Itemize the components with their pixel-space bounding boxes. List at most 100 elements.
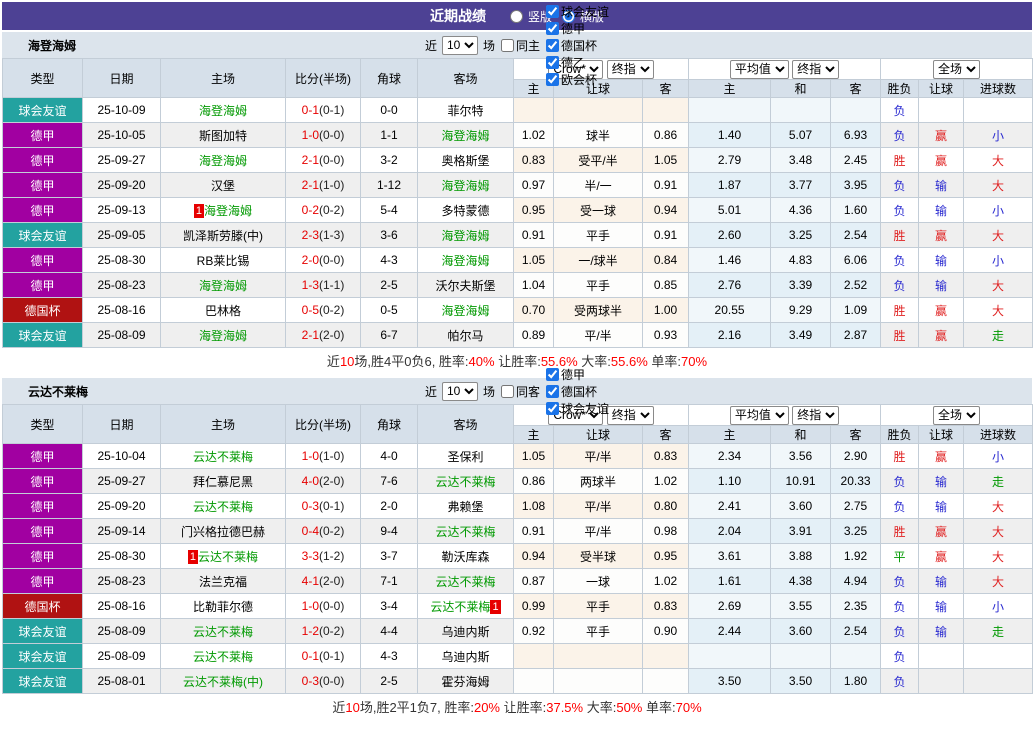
- same-venue-label: 同客: [516, 384, 541, 399]
- league-filter[interactable]: 德甲: [546, 366, 609, 383]
- same-venue-filter[interactable]: 同主: [501, 37, 540, 54]
- league-badge: 德甲: [2, 122, 83, 148]
- away-team-cell: 沃尔夫斯堡: [417, 272, 514, 298]
- handicap-line: 平手: [553, 272, 643, 298]
- home-team-name: 云达不莱梅: [192, 449, 253, 464]
- match-row: 德甲 25-10-05 斯图加特 1-0(0-0) 1-1 海登海姆 1.02 …: [2, 122, 1034, 148]
- league-checkbox[interactable]: [546, 38, 560, 52]
- league-checkbox[interactable]: [546, 384, 560, 398]
- games-label: 场: [482, 38, 495, 53]
- result-handicap: 赢: [918, 297, 965, 323]
- halftime-score: (1-1): [319, 278, 345, 292]
- away-team-name: 弗赖堡: [447, 499, 484, 514]
- scope-select[interactable]: 全场: [933, 59, 981, 79]
- same-venue-checkbox[interactable]: [501, 38, 514, 52]
- away-team-name: 霍芬海姆: [441, 674, 490, 689]
- handicap-line: 平/半: [553, 443, 643, 469]
- home-team-cell: 1 云达不莱梅: [160, 543, 286, 569]
- league-filter[interactable]: 球会友谊: [546, 3, 609, 20]
- result-handicap: 输: [918, 247, 965, 273]
- score-cell: 2-1(0-0): [285, 147, 361, 173]
- league-badge: 德甲: [2, 272, 83, 298]
- same-venue-checkbox[interactable]: [501, 384, 514, 398]
- avg-odds-home: 3.61: [688, 543, 772, 569]
- league-filter[interactable]: 球会友谊: [546, 400, 609, 417]
- league-checkbox[interactable]: [546, 367, 560, 381]
- col-header-score: 比分(半场): [285, 404, 361, 444]
- match-count-select[interactable]: 10: [441, 35, 478, 55]
- halftime-score: (2-0): [319, 328, 345, 342]
- handicap-line: 受两球半: [553, 297, 643, 323]
- away-team-name: 海登海姆: [441, 128, 490, 143]
- result-winlose: 胜: [880, 222, 920, 248]
- away-team-name: 菲尔特: [447, 103, 484, 118]
- match-count-select[interactable]: 10: [441, 381, 478, 401]
- league-filter[interactable]: 德乙: [546, 54, 609, 71]
- match-row: 德甲 25-08-23 法兰克福 4-1(2-0) 7-1 云达不莱梅 0.87…: [2, 568, 1034, 594]
- avg-odds-draw: 3.88: [770, 543, 832, 569]
- result-winlose: 负: [880, 618, 920, 644]
- handicap-line: 受平/半: [553, 147, 643, 173]
- league-checkbox[interactable]: [546, 55, 560, 69]
- home-team-name: 汉堡: [210, 178, 235, 193]
- odds-stage-select[interactable]: 终指: [606, 405, 654, 425]
- score-cell: 0-4(0-2): [285, 518, 361, 544]
- sub-header: 进球数: [963, 79, 1034, 98]
- league-filter[interactable]: 德国杯: [546, 383, 609, 400]
- avg-stage-select[interactable]: 终指: [792, 405, 840, 425]
- record-summary: 近10场,胜2平1负7, 胜率:20% 让胜率:37.5% 大率:50% 单率:…: [2, 694, 1032, 721]
- home-team-cell: 云达不莱梅: [160, 493, 286, 519]
- away-team-name: 云达不莱梅: [435, 574, 496, 589]
- scope-select[interactable]: 全场: [933, 405, 981, 425]
- handicap-line: 受一球: [553, 197, 643, 223]
- score-cell: 3-3(1-2): [285, 543, 361, 569]
- away-team-cell: 乌迪内斯: [417, 618, 514, 644]
- league-badge: 德甲: [2, 247, 83, 273]
- scope-select-group: 全场: [880, 58, 1034, 80]
- league-label: 欧会杯: [561, 72, 598, 87]
- average-select[interactable]: 平均值: [729, 405, 789, 425]
- avg-odds-home: 2.41: [688, 493, 772, 519]
- league-checkbox[interactable]: [546, 4, 560, 18]
- league-filter[interactable]: 德甲: [546, 20, 609, 37]
- avg-stage-select[interactable]: 终指: [792, 59, 840, 79]
- handicap-line: [553, 643, 643, 669]
- avg-odds-away: [830, 97, 882, 123]
- avg-odds-home: 2.16: [688, 322, 772, 348]
- col-header-date: 日期: [82, 404, 161, 444]
- home-team-name: 云达不莱梅: [198, 549, 259, 564]
- league-checkbox[interactable]: [546, 401, 560, 415]
- result-handicap: 赢: [918, 518, 965, 544]
- col-header-score: 比分(半场): [285, 58, 361, 98]
- sub-header: 客: [830, 425, 882, 444]
- avg-odds-away: 2.54: [830, 618, 882, 644]
- average-select[interactable]: 平均值: [729, 59, 789, 79]
- league-filter[interactable]: 欧会杯: [546, 71, 609, 88]
- corners: 3-2: [360, 147, 418, 173]
- corners: 3-7: [360, 543, 418, 569]
- league-checkbox[interactable]: [546, 72, 560, 86]
- match-date: 25-09-13: [82, 197, 161, 223]
- away-team-name: 云达不莱梅: [435, 474, 496, 489]
- away-team-cell: 圣保利: [417, 443, 514, 469]
- result-goals: 大: [963, 172, 1034, 198]
- odds-stage-select[interactable]: 终指: [606, 59, 654, 79]
- same-venue-filter[interactable]: 同客: [501, 383, 540, 400]
- avg-odds-draw: [770, 643, 832, 669]
- league-checkbox[interactable]: [546, 21, 560, 35]
- avg-odds-draw: 3.56: [770, 443, 832, 469]
- fulltime-score: 2-3: [301, 228, 319, 242]
- handicap-odds-home: 1.05: [513, 247, 554, 273]
- handicap-odds-home: 0.99: [513, 593, 554, 619]
- handicap-odds-away: 0.98: [641, 518, 690, 544]
- league-filter[interactable]: 德国杯: [546, 37, 609, 54]
- summary-label: 近: [326, 354, 340, 369]
- match-row: 球会友谊 25-08-01 云达不莱梅(中) 0-3(0-0) 2-5 霍芬海姆…: [2, 668, 1034, 694]
- avg-odds-home: [688, 643, 772, 669]
- league-badge: 德甲: [2, 518, 83, 544]
- sub-header: 让球: [918, 425, 965, 444]
- handicap-odds-home: 0.97: [513, 172, 554, 198]
- fulltime-score: 2-1: [301, 153, 319, 167]
- handicap-odds-away: 0.83: [641, 443, 690, 469]
- match-date: 25-08-23: [82, 272, 161, 298]
